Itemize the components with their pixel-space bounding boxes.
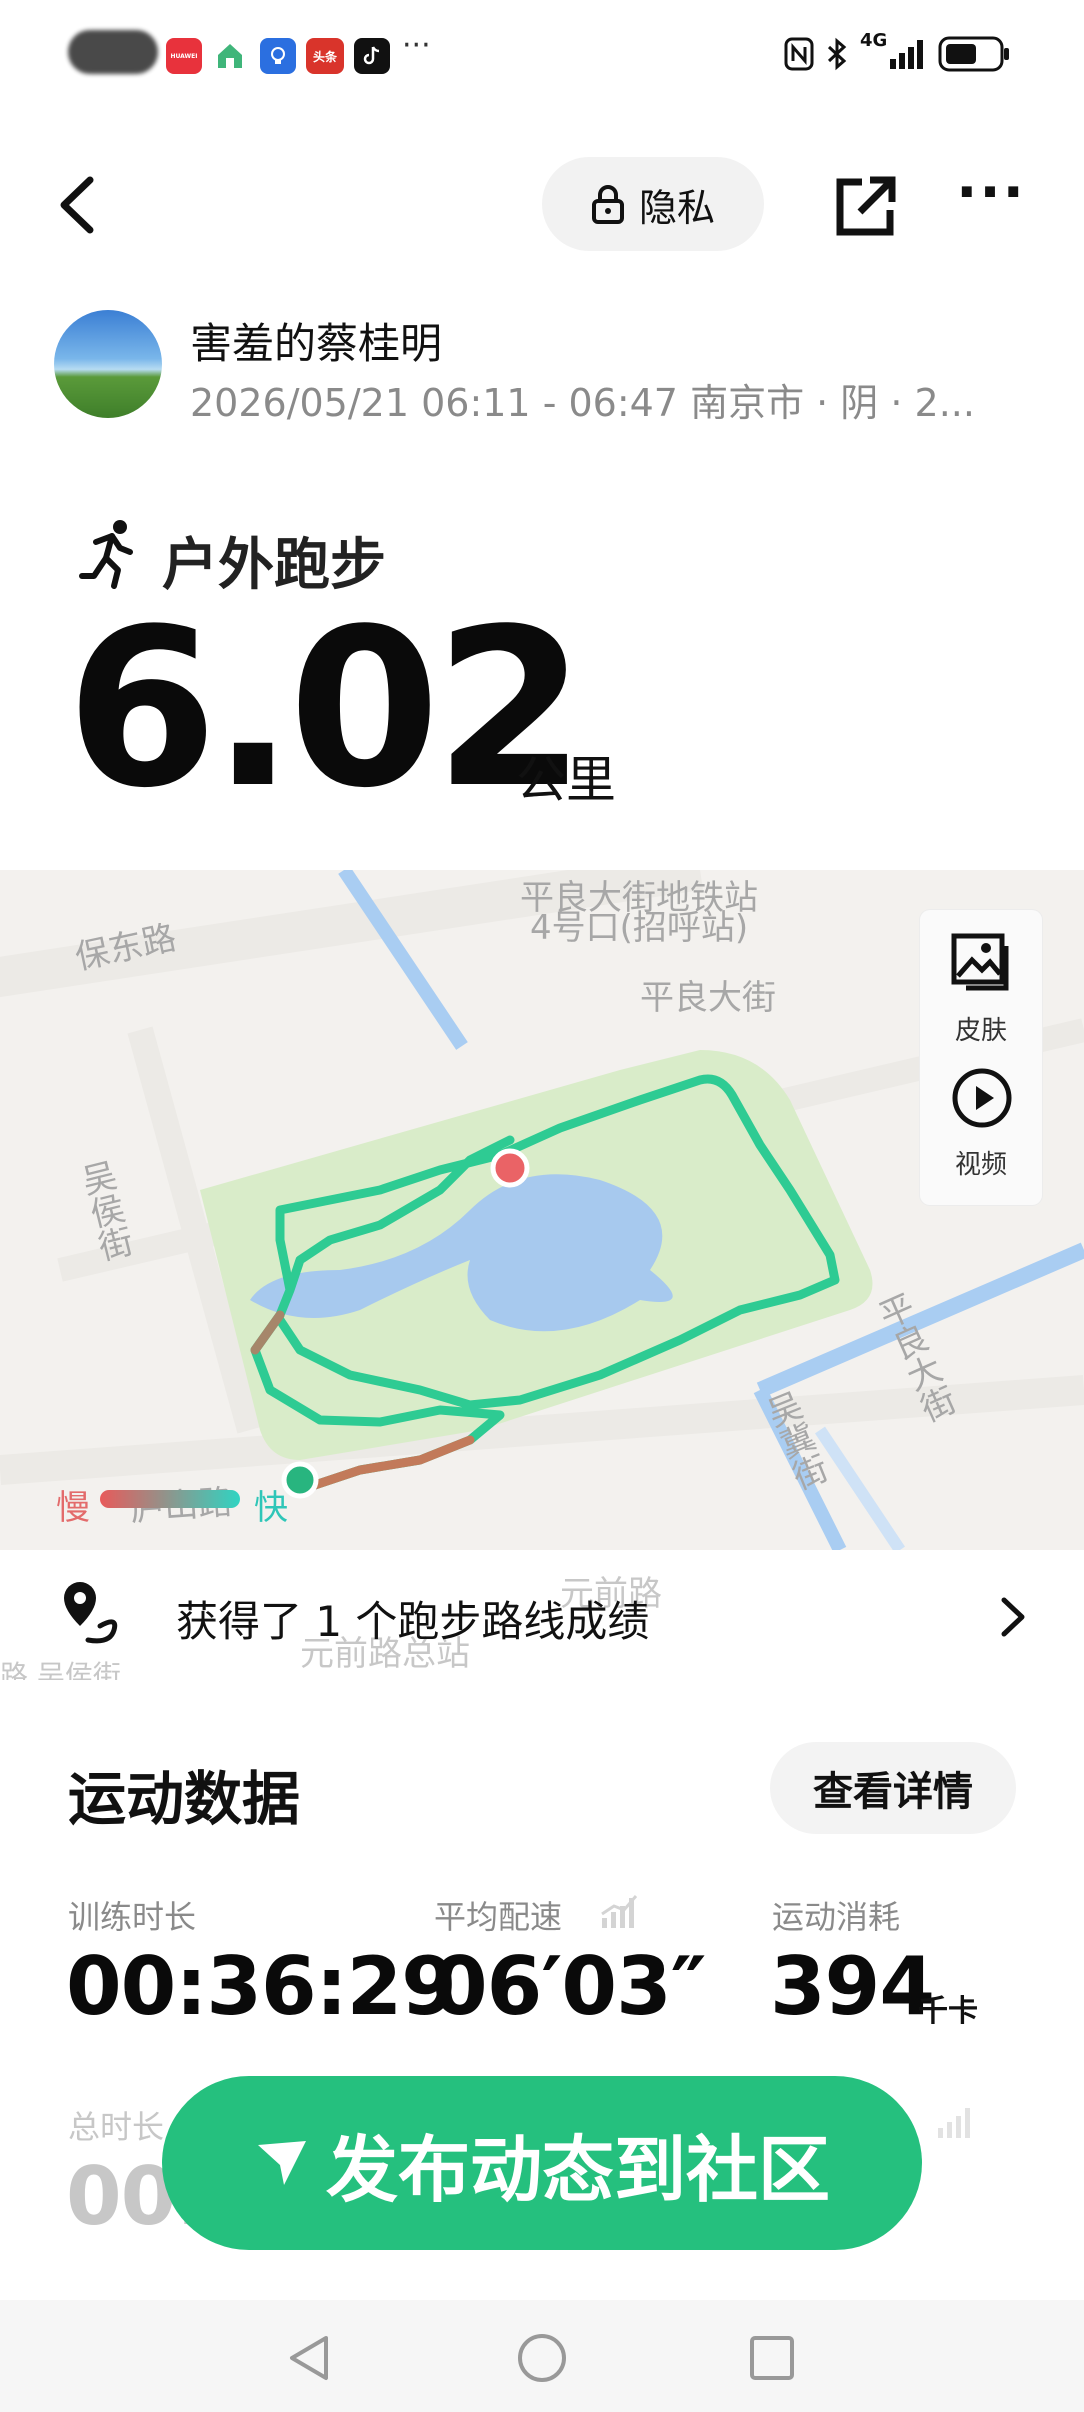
legend-fast: 快 (254, 1488, 288, 1528)
activity-meta: 2026/05/21 06:11 - 06:47 南京市 · 阴 · 2... (190, 381, 975, 425)
legend-slow: 慢 (56, 1488, 90, 1528)
lock-icon (591, 185, 624, 224)
avatar[interactable] (54, 310, 162, 418)
video-button[interactable] (950, 1066, 1014, 1134)
play-icon (952, 1068, 1012, 1128)
skin-label: 皮肤 (954, 1016, 1007, 1046)
video-label: 视频 (954, 1150, 1007, 1180)
back-button[interactable] (50, 160, 110, 250)
view-details-button[interactable]: 查看详情 (770, 1742, 1016, 1834)
chevron-right-icon (998, 1594, 1028, 1644)
nav-back-button[interactable] (282, 2330, 338, 2390)
huawei-app-icon: HUAWEI (166, 38, 202, 74)
pace-chart-icon[interactable] (598, 1892, 638, 1936)
distance-value: 6.02 (66, 583, 586, 836)
system-nav-bar (0, 2300, 1084, 2412)
privacy-button[interactable]: 隐私 (542, 157, 764, 251)
image-icon (951, 933, 1009, 991)
user-name[interactable]: 害羞的蔡桂明 (190, 310, 442, 371)
home-app-icon (212, 38, 248, 74)
bluetooth-icon (826, 32, 848, 76)
stat-label-pace: 平均配速 (434, 1898, 563, 1936)
map-controls: 皮肤 视频 (920, 910, 1042, 1205)
achievement-text: 获得了 1 个跑步路线成绩 (176, 1597, 650, 1646)
map-label-metro-exit: 4号口(招呼站) (530, 908, 749, 948)
stat-label-duration: 训练时长 (68, 1898, 197, 1936)
nav-home-button[interactable] (514, 2330, 570, 2390)
stat-unit-calories: 千卡 (918, 1994, 978, 2029)
distance-unit: 公里 (516, 751, 616, 809)
stats-title: 运动数据 (68, 1765, 301, 1833)
bulb-app-icon (260, 38, 296, 74)
nav-recents-button[interactable] (744, 2330, 800, 2390)
publish-label: 发布动态到社区 (325, 2127, 830, 2212)
route-achievement-bar[interactable]: 元前路 元前路总站 路 吴侯街 获得了 1 个跑步路线成绩 (0, 1550, 1084, 1692)
nfc-icon (784, 32, 814, 76)
map-label-pingliang: 平良大街 (640, 978, 776, 1018)
share-button[interactable] (830, 172, 900, 242)
stat-value-calories: 394 (770, 1940, 935, 2033)
privacy-label: 隐私 (638, 185, 715, 230)
stat-label-calories: 运动消耗 (772, 1898, 901, 1936)
more-menu-button[interactable]: ··· (955, 165, 1027, 238)
skin-button[interactable] (950, 932, 1014, 998)
stat-label-total-duration: 总时长 (68, 2108, 165, 2146)
share-icon (836, 176, 896, 236)
more-notifications: ··· (402, 28, 431, 63)
tiktok-app-icon (354, 38, 390, 74)
send-icon (257, 2141, 306, 2185)
chart-icon (934, 2102, 974, 2146)
stat-value-duration: 00:36:29 (66, 1940, 457, 2033)
running-icon (78, 518, 144, 590)
publish-to-community-button[interactable]: 发布动态到社区 (162, 2076, 922, 2250)
pace-legend-bar (100, 1490, 240, 1508)
battery-icon (938, 32, 1012, 76)
blurred-app-icon (68, 30, 158, 74)
status-bar: HUAWEI 头条 ··· 4G (0, 0, 1084, 110)
signal-icon (888, 32, 928, 76)
network-type: 4G (860, 30, 888, 51)
stat-value-pace: 06′03″ (432, 1940, 706, 2033)
toutiao-app-icon: 头条 (306, 38, 344, 74)
route-pin-icon (60, 1576, 126, 1652)
